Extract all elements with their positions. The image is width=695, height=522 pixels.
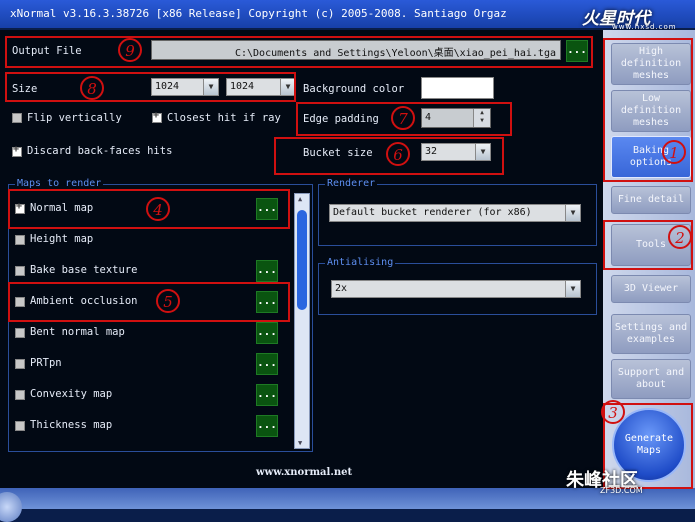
closest-hit-checkbox[interactable] xyxy=(152,110,162,123)
discard-back-faces-label: Discard back-faces hits xyxy=(27,145,173,157)
map-label: Thickness map xyxy=(30,419,113,431)
map-options-button[interactable]: ... xyxy=(256,322,278,344)
annotation-number: 8 xyxy=(80,76,104,100)
map-checkbox[interactable] xyxy=(15,235,25,245)
annotation-number: 1 xyxy=(662,140,686,164)
decorative-orb xyxy=(0,492,22,522)
maps-scrollbar[interactable]: ▲ ▼ xyxy=(294,193,310,449)
scroll-down-icon[interactable]: ▼ xyxy=(298,439,302,447)
annotation-box-output-file xyxy=(5,36,593,68)
closest-hit-label: Closest hit if ray xyxy=(167,112,281,124)
annotation-number: 7 xyxy=(391,106,415,130)
annotation-number: 9 xyxy=(118,38,142,62)
chevron-down-icon[interactable]: ▼ xyxy=(565,205,580,221)
map-checkbox[interactable] xyxy=(15,328,25,338)
map-label: Bent normal map xyxy=(30,326,125,338)
sidebar-item-support-and-about[interactable]: Support and about xyxy=(611,359,691,399)
annotation-number: 2 xyxy=(668,225,692,249)
chevron-down-icon[interactable]: ▼ xyxy=(565,281,580,297)
watermark-logo: 火星时代 www.hxsd.com xyxy=(582,4,690,32)
annotation-box-size xyxy=(5,72,296,102)
map-options-button[interactable]: ... xyxy=(256,260,278,282)
antialiasing-select[interactable]: 2x ▼ xyxy=(331,280,581,298)
sidebar-item-fine-detail[interactable]: Fine detail xyxy=(611,186,691,214)
map-options-button[interactable]: ... xyxy=(256,384,278,406)
maps-scrollbar-thumb[interactable] xyxy=(297,210,307,310)
map-options-button[interactable]: ... xyxy=(256,415,278,437)
map-label: Convexity map xyxy=(30,388,113,400)
renderer-select[interactable]: Default bucket renderer (for x86) ▼ xyxy=(329,204,581,222)
watermark-bottom: 朱峰社区 ZF3D.COM xyxy=(566,466,643,495)
antialiasing-label: Antialising xyxy=(325,257,396,268)
annotation-number: 6 xyxy=(386,142,410,166)
map-label: Bake base texture xyxy=(30,264,138,276)
annotation-box-ambient-occlusion xyxy=(8,282,290,322)
discard-back-faces-checkbox[interactable] xyxy=(12,144,22,157)
window-title: xNormal v3.16.3.38726 [x86 Release] Copy… xyxy=(10,7,507,20)
xnormal-website-link[interactable]: www.xnormal.net xyxy=(256,467,352,478)
antialiasing-value: 2x xyxy=(335,283,348,294)
annotation-number: 3 xyxy=(601,400,625,424)
flip-vertically-checkbox[interactable] xyxy=(12,113,22,123)
sidebar-item-3d-viewer[interactable]: 3D Viewer xyxy=(611,275,691,303)
map-label: PRTpn xyxy=(30,357,62,369)
flip-vertically-label: Flip vertically xyxy=(27,112,122,124)
renderer-value: Default bucket renderer (for x86) xyxy=(333,207,532,218)
annotation-number: 4 xyxy=(146,197,170,221)
map-options-button[interactable]: ... xyxy=(256,353,278,375)
background-color-label: Background color xyxy=(303,83,405,95)
map-checkbox[interactable] xyxy=(15,421,25,431)
renderer-label: Renderer xyxy=(325,178,378,189)
maps-to-render-label: Maps to render xyxy=(15,178,104,189)
scroll-up-icon[interactable]: ▲ xyxy=(298,195,302,203)
map-label: Height map xyxy=(30,233,94,245)
watermark-bottom-url: ZF3D.COM xyxy=(600,486,643,495)
background-color-swatch[interactable] xyxy=(421,77,494,99)
sidebar-item-settings-and-examples[interactable]: Settings and examples xyxy=(611,314,691,354)
map-checkbox[interactable] xyxy=(15,266,25,276)
map-checkbox[interactable] xyxy=(15,359,25,369)
map-checkbox[interactable] xyxy=(15,390,25,400)
annotation-number: 5 xyxy=(156,289,180,313)
